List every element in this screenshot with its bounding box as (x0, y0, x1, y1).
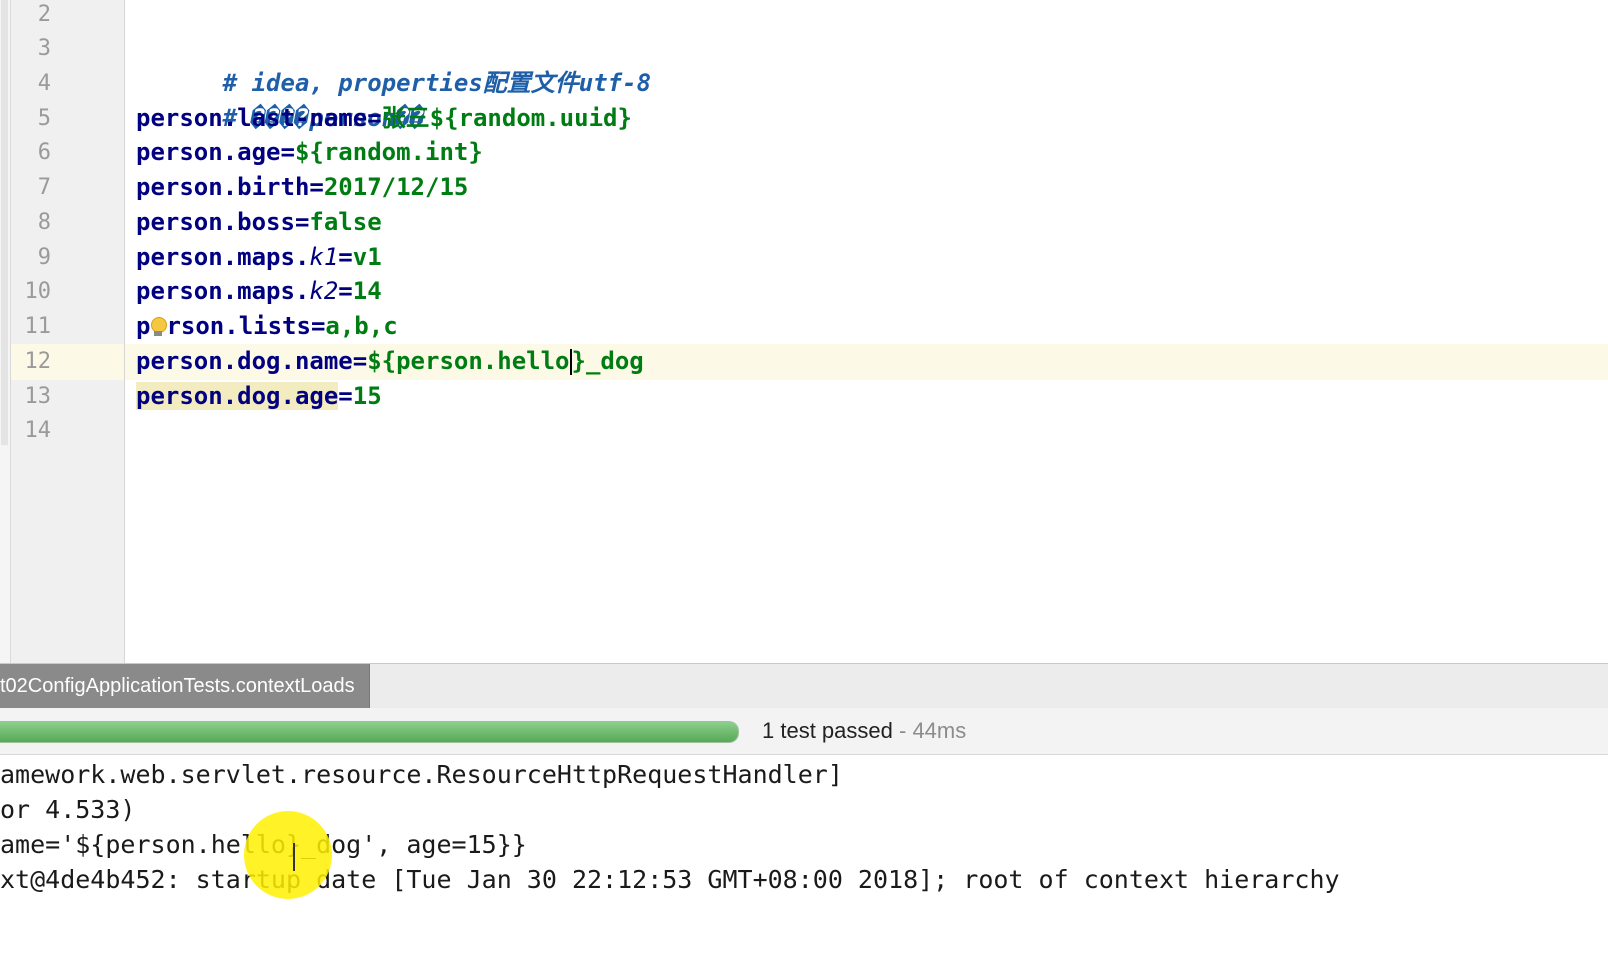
property-value: 2017/12/15 (323, 173, 469, 201)
line-number: 14 (24, 418, 52, 443)
equals-sign: = (309, 173, 324, 201)
equals-sign: = (338, 277, 353, 305)
console-line: amework.web.servlet.resource.ResourceHtt… (0, 760, 843, 789)
code-line-11[interactable]: p rson.lists=a,b,c (136, 309, 398, 344)
map-key: k2 (309, 277, 339, 305)
code-line-7[interactable]: person.birth=2017/12/15 (136, 170, 468, 205)
property-value: 15 (352, 382, 382, 410)
equals-sign: = (310, 312, 326, 340)
line-number: 12 (24, 349, 52, 374)
scroll-marker (1, 0, 8, 445)
console-line: or 4.533) (0, 795, 136, 824)
code-text-area[interactable]: # idea, properties配置文件utf-8 # ����person… (125, 0, 1608, 678)
test-progress-bar (0, 721, 739, 743)
code-line-3[interactable]: # idea, properties配置文件utf-8 (136, 31, 651, 97)
property-value-after-caret: }_dog (571, 347, 644, 375)
equals-sign: = (338, 243, 353, 271)
console-line: xt@4de4b452: startup date [Tue Jan 30 22… (0, 865, 1340, 894)
test-progress-row: 1 test passed - 44ms (0, 708, 1608, 755)
equals-sign: = (338, 382, 353, 410)
property-value: v1 (352, 243, 382, 271)
property-value: a,b,c (325, 312, 398, 340)
property-key: person.age (136, 138, 281, 166)
code-line-4[interactable]: # ����person�� (136, 66, 439, 132)
property-value: ${random.int} (294, 138, 483, 166)
code-line-12[interactable]: person.dog.name=${person.hello}_dog (136, 344, 644, 379)
console-output[interactable]: amework.web.servlet.resource.ResourceHtt… (0, 755, 1608, 958)
text-cursor-icon (293, 843, 295, 871)
line-number: 13 (24, 384, 52, 409)
line-number: 8 (37, 210, 51, 235)
code-line-9[interactable]: person.maps.k1=v1 (136, 240, 382, 275)
test-progress-fill (0, 722, 738, 742)
test-status: 1 test passed - 44ms (762, 708, 966, 754)
equals-sign: = (294, 208, 310, 236)
line-number: 5 (37, 106, 51, 131)
line-number: 3 (37, 36, 51, 61)
test-duration: 44ms (912, 718, 967, 743)
code-editor[interactable]: 2 3 4 5 6 7 8 9 10 11 12 13 14 # idea, p… (0, 0, 1608, 678)
editor-left-strip (0, 0, 11, 678)
mouse-cursor-highlight (244, 811, 332, 899)
property-key: person.dog.age (136, 382, 339, 410)
test-status-text: 1 test passed (762, 718, 893, 743)
equals-sign: = (367, 104, 382, 132)
property-key: person.last-name (136, 104, 368, 132)
property-value: false (309, 208, 382, 236)
line-number: 6 (37, 140, 51, 165)
line-number: 2 (37, 2, 51, 27)
property-key-start: p (136, 312, 151, 340)
line-number: 10 (24, 279, 52, 304)
code-line-13[interactable]: person.dog.age=15 (136, 379, 382, 414)
property-key: person.birth (136, 173, 310, 201)
test-status-separator: - (892, 718, 913, 743)
property-value-before-caret: ${person.hello (367, 347, 570, 375)
code-line-8[interactable]: person.boss=false (136, 205, 382, 240)
lightbulb-icon[interactable] (150, 317, 168, 337)
line-number-gutter[interactable]: 2 3 4 5 6 7 8 9 10 11 12 13 14 (11, 0, 125, 678)
property-key-prefix: person.maps. (136, 277, 310, 305)
equals-sign: = (352, 347, 368, 375)
line-number: 11 (24, 314, 52, 339)
map-key: k1 (309, 243, 339, 271)
property-key-rest: rson.lists (166, 312, 311, 340)
run-tab-active[interactable]: t02ConfigApplicationTests.contextLoads (0, 664, 370, 708)
property-value: 14 (352, 277, 382, 305)
property-key: person.dog.name (136, 347, 353, 375)
code-line-6[interactable]: person.age=${random.int} (136, 135, 483, 170)
property-key-prefix: person.maps. (136, 243, 310, 271)
equals-sign: = (280, 138, 295, 166)
code-line-5[interactable]: person.last-name=张三${random.uuid} (136, 101, 632, 136)
code-line-10[interactable]: person.maps.k2=14 (136, 274, 382, 309)
line-number: 9 (37, 245, 51, 270)
property-key: person.boss (136, 208, 295, 236)
run-tool-window-tabs: t02ConfigApplicationTests.contextLoads (0, 663, 1608, 709)
property-value: 张三${random.uuid} (381, 104, 632, 132)
line-number: 4 (37, 71, 51, 96)
line-number: 7 (37, 175, 51, 200)
